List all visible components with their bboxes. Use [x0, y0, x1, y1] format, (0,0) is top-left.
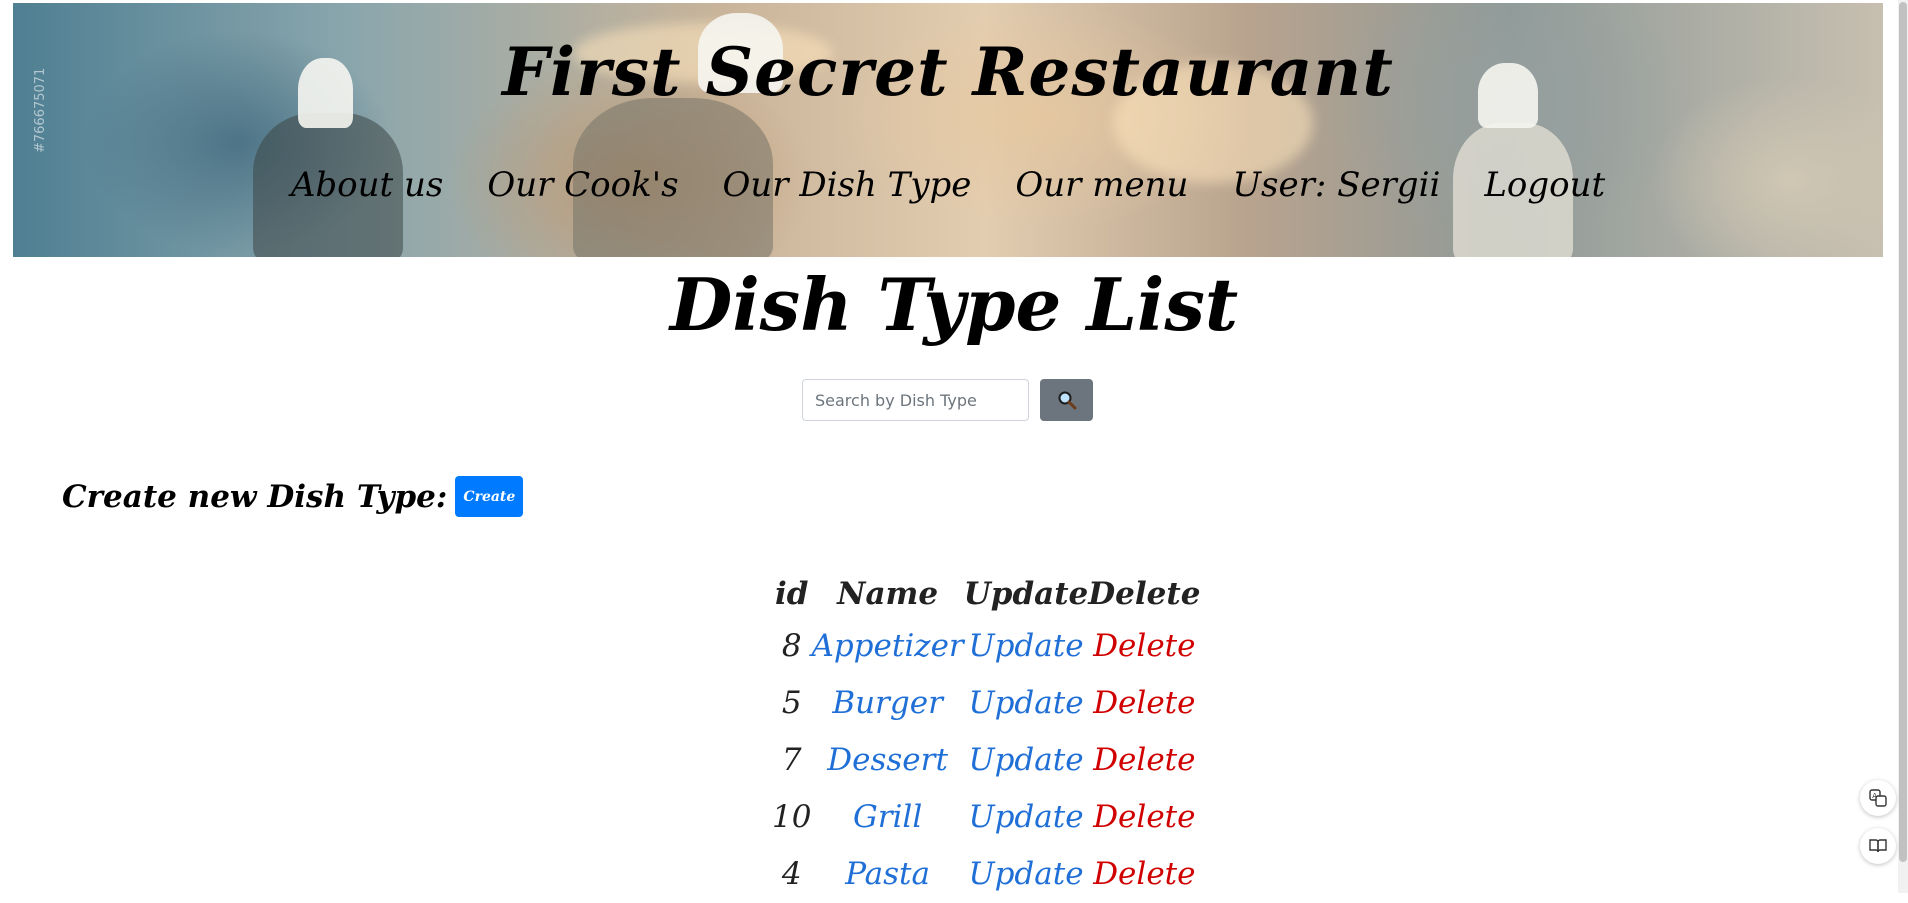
dish-type-table: id Name Update Delete 8 Appetizer Update… — [772, 572, 1200, 903]
row-update-link[interactable]: Update — [968, 742, 1083, 778]
row-name-link[interactable]: Appetizer — [811, 628, 963, 664]
header-id: id — [775, 576, 809, 612]
row-id: 10 — [772, 799, 812, 835]
row-id: 5 — [781, 685, 802, 721]
scrollbar-thumb[interactable] — [1899, 2, 1907, 862]
header-update: Update — [963, 576, 1089, 612]
header-delete: Delete — [1088, 576, 1201, 612]
page-title: Dish Type List — [669, 262, 1239, 347]
main-nav: About us Our Cook's Our Dish Type Our me… — [13, 165, 1883, 205]
row-update-link[interactable]: Update — [968, 628, 1083, 664]
table-row: 5 Burger Update Delete — [772, 675, 1200, 732]
svg-text:A: A — [1872, 792, 1877, 800]
create-section: Create new Dish Type: Create — [62, 476, 524, 517]
row-update-link[interactable]: Update — [968, 685, 1083, 721]
row-delete-link[interactable]: Delete — [1093, 628, 1195, 664]
nav-user[interactable]: User: Sergii — [1232, 165, 1440, 205]
create-button[interactable]: Create — [455, 476, 524, 517]
search-form — [802, 379, 1093, 421]
search-input[interactable] — [802, 379, 1029, 421]
translate-button[interactable]: A — [1860, 780, 1896, 816]
reader-icon — [1869, 839, 1887, 853]
header-banner: #766675071 First Secret Restaurant About… — [13, 3, 1883, 257]
site-title: First Secret Restaurant — [502, 33, 1394, 111]
table-row: 10 Grill Update Delete — [772, 789, 1200, 846]
row-id: 4 — [781, 856, 802, 892]
search-icon — [1058, 391, 1076, 410]
table-row: 7 Dessert Update Delete — [772, 732, 1200, 789]
page-scrollbar[interactable] — [1898, 0, 1908, 893]
table-row: 8 Appetizer Update Delete — [772, 618, 1200, 675]
row-id: 8 — [781, 628, 802, 664]
row-id: 7 — [781, 742, 802, 778]
table-header-row: id Name Update Delete — [772, 572, 1200, 618]
row-delete-link[interactable]: Delete — [1093, 685, 1195, 721]
header-name: Name — [837, 576, 939, 612]
row-name-link[interactable]: Grill — [853, 799, 922, 835]
row-delete-link[interactable]: Delete — [1093, 799, 1195, 835]
nav-our-cooks[interactable]: Our Cook's — [487, 165, 678, 205]
table-row: 4 Pasta Update Delete — [772, 846, 1200, 903]
row-name-link[interactable]: Pasta — [845, 856, 930, 892]
nav-our-dish-type[interactable]: Our Dish Type — [723, 165, 972, 205]
reader-button[interactable] — [1860, 828, 1896, 864]
row-update-link[interactable]: Update — [968, 799, 1083, 835]
nav-our-menu[interactable]: Our menu — [1015, 165, 1188, 205]
search-button[interactable] — [1040, 379, 1093, 421]
row-update-link[interactable]: Update — [968, 856, 1083, 892]
row-name-link[interactable]: Dessert — [827, 742, 948, 778]
row-delete-link[interactable]: Delete — [1093, 856, 1195, 892]
translate-icon: A — [1869, 789, 1887, 807]
nav-logout[interactable]: Logout — [1484, 165, 1605, 205]
row-delete-link[interactable]: Delete — [1093, 742, 1195, 778]
nav-about-us[interactable]: About us — [291, 165, 444, 205]
create-label: Create new Dish Type: — [62, 478, 448, 515]
row-name-link[interactable]: Burger — [832, 685, 943, 721]
